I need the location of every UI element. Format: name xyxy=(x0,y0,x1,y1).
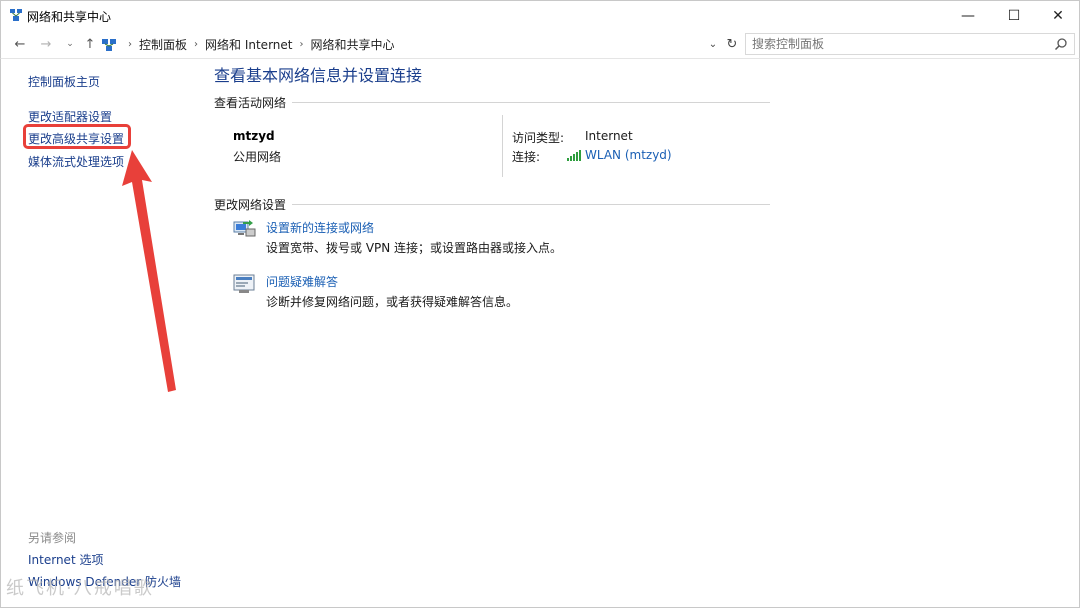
see-also-heading: 另请参阅 xyxy=(28,531,77,545)
change-adapter-settings-link[interactable]: 更改适配器设置 xyxy=(28,108,112,125)
wlan-connection-link[interactable]: WLAN (mtzyd) xyxy=(567,148,672,162)
maximize-button[interactable]: ☐ xyxy=(991,1,1037,31)
internet-options-link[interactable]: Internet 选项 xyxy=(28,551,103,568)
section-divider xyxy=(292,102,770,103)
search-input[interactable] xyxy=(746,34,1046,54)
minimize-button[interactable]: — xyxy=(945,1,991,31)
arrow-annotation xyxy=(122,150,176,392)
setup-new-connection-desc: 设置宽带、拨号或 VPN 连接；或设置路由器或接入点。 xyxy=(266,241,563,255)
forward-button[interactable]: → xyxy=(37,35,55,53)
window-title: 网络和共享中心 xyxy=(27,10,112,24)
close-button[interactable]: ✕ xyxy=(1035,1,1080,31)
change-settings-label: 更改网络设置 xyxy=(214,198,287,212)
search-box xyxy=(745,33,1075,55)
address-bar: ← → ⌄ ↑ › 控制面板 › 网络和 Internet › 网络和共享中心 … xyxy=(0,30,1080,58)
control-panel-icon xyxy=(102,38,116,51)
wifi-signal-icon xyxy=(567,150,581,161)
network-setup-icon xyxy=(233,220,256,237)
title-bar: 网络和共享中心 — ☐ ✕ xyxy=(0,0,1080,30)
access-type-label: 访问类型: xyxy=(512,131,565,145)
address-dropdown-button[interactable]: ⌄ xyxy=(705,35,721,53)
network-name: mtzyd xyxy=(233,129,275,143)
up-button[interactable]: ↑ xyxy=(81,35,99,53)
troubleshoot-link[interactable]: 问题疑难解答 xyxy=(266,273,338,290)
back-button[interactable]: ← xyxy=(11,35,29,53)
change-settings-heading: 更改网络设置 xyxy=(214,196,770,213)
control-panel-home-link[interactable]: 控制面板主页 xyxy=(28,73,100,90)
highlight-annotation xyxy=(23,124,131,149)
network-type: 公用网络 xyxy=(233,150,282,164)
recent-locations-button[interactable]: ⌄ xyxy=(61,35,79,53)
network-center-icon xyxy=(10,9,22,21)
troubleshoot-icon xyxy=(233,274,255,293)
refresh-button[interactable]: ↻ xyxy=(723,35,741,53)
troubleshoot-desc: 诊断并修复网络问题，或者获得疑难解答信息。 xyxy=(266,295,519,309)
vertical-divider xyxy=(502,115,503,177)
watermark: 纸飞机·八戒唱歌 xyxy=(6,578,154,599)
breadcrumb-control-panel[interactable]: 控制面板 xyxy=(139,36,187,53)
breadcrumb-separator[interactable]: › xyxy=(299,39,303,50)
section-divider xyxy=(292,204,770,205)
active-networks-heading: 查看活动网络 xyxy=(214,94,770,111)
breadcrumb-network-internet[interactable]: 网络和 Internet xyxy=(205,36,292,53)
breadcrumb-separator[interactable]: › xyxy=(194,39,198,50)
connection-label: 连接: xyxy=(512,150,541,164)
wlan-connection-label[interactable]: WLAN (mtzyd) xyxy=(585,148,672,162)
breadcrumb-network-center[interactable]: 网络和共享中心 xyxy=(310,36,394,53)
setup-new-connection-link[interactable]: 设置新的连接或网络 xyxy=(266,219,374,236)
active-networks-label: 查看活动网络 xyxy=(214,96,287,110)
access-type-value: Internet xyxy=(585,129,633,143)
page-title: 查看基本网络信息并设置连接 xyxy=(214,66,423,85)
search-icon[interactable] xyxy=(1054,37,1068,51)
breadcrumb: › 控制面板 › 网络和 Internet › 网络和共享中心 xyxy=(101,34,721,55)
breadcrumb-separator[interactable]: › xyxy=(128,39,132,50)
